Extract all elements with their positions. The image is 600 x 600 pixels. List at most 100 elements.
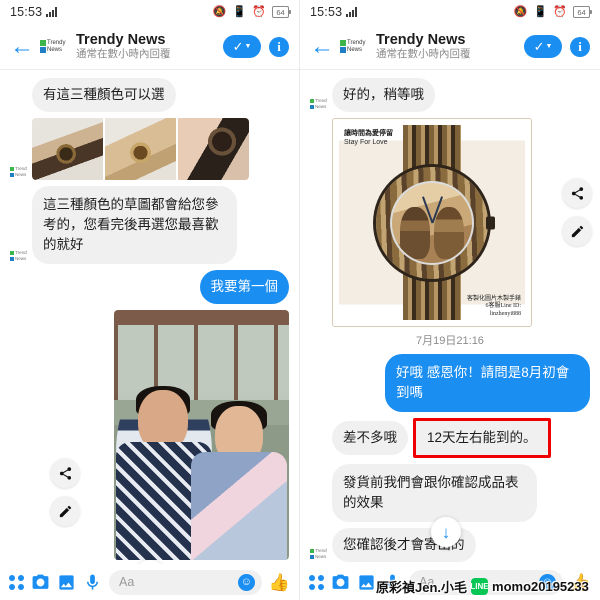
info-icon[interactable]: i bbox=[570, 36, 590, 57]
watch-card-title-en: Stay For Love bbox=[344, 139, 388, 146]
info-icon[interactable]: i bbox=[269, 36, 289, 57]
watch-photo-dark-wood[interactable] bbox=[178, 118, 249, 180]
chevron-down-icon: ▼ bbox=[244, 43, 252, 50]
share-icon[interactable] bbox=[562, 178, 592, 208]
mini-square-green bbox=[10, 166, 14, 171]
avatar[interactable]: Trendy News bbox=[40, 34, 66, 60]
message-thread-left[interactable]: 有這三種顏色可以選 Trendy News bbox=[0, 70, 299, 564]
signal-bars-icon bbox=[46, 7, 58, 17]
message-bubble-incoming[interactable]: 這三種顏色的草圖都會給您參考的，您看完後再選您最喜歡的就好 bbox=[32, 186, 237, 264]
engraved-face-right bbox=[434, 206, 464, 259]
message-bubble-highlighted[interactable]: 12天左右能到的。 bbox=[416, 421, 548, 455]
back-arrow-icon[interactable]: ← bbox=[10, 34, 34, 59]
thumbs-up-icon[interactable]: 👍 bbox=[269, 574, 290, 591]
alarm-clock-icon: ⏰ bbox=[553, 5, 567, 18]
chat-panel-right: 15:53 🔕 📱 ⏰ 64 ← Trendy News Trendy News… bbox=[300, 0, 600, 600]
check-dropdown-icon[interactable]: ✓ ▼ bbox=[524, 35, 562, 58]
mini-avatar: Trendy News bbox=[310, 95, 327, 112]
mini-avatar-text-2: News bbox=[15, 256, 27, 261]
watch-photo-light-wood[interactable] bbox=[32, 118, 103, 180]
check-dropdown-icon[interactable]: ✓ ▼ bbox=[223, 35, 261, 58]
chevron-down-icon: ▼ bbox=[545, 43, 553, 50]
camera-icon[interactable] bbox=[331, 573, 350, 592]
mini-avatar-text-2: News bbox=[15, 172, 27, 177]
message-actions-left bbox=[50, 458, 80, 526]
message-row: 有這三種顏色可以選 bbox=[10, 78, 289, 112]
mini-avatar-row-1: Trendy bbox=[310, 548, 327, 553]
watch-photo-tan-wood[interactable] bbox=[105, 118, 176, 180]
watch-crown bbox=[486, 216, 495, 229]
check-glyph: ✓ bbox=[533, 39, 545, 54]
watch-card-title-group: 讓時間為愛停留 Stay For Love bbox=[344, 129, 393, 147]
status-bar-right-group: 🔕 📱 ⏰ 64 bbox=[514, 5, 592, 18]
status-bar-left: 15:53 🔕 📱 ⏰ 64 bbox=[0, 0, 299, 24]
camera-icon[interactable] bbox=[31, 573, 50, 592]
avatar-square-green bbox=[40, 40, 46, 46]
watch-card-foot-line1: 客製化圖片木製手錶 bbox=[466, 295, 521, 302]
photo-kimono-right bbox=[191, 451, 287, 560]
message-row: 我要第一個 bbox=[10, 270, 289, 304]
bell-muted-icon: 🔕 bbox=[212, 5, 227, 18]
vibrate-icon: 📱 bbox=[232, 5, 247, 18]
pen-edit-icon[interactable] bbox=[562, 216, 592, 246]
signal-bars-icon bbox=[346, 7, 358, 17]
composer-left: Aa ☺ 👍 bbox=[0, 564, 299, 600]
mini-avatar-text-1: Trendy bbox=[315, 548, 327, 553]
pen-edit-icon[interactable] bbox=[50, 496, 80, 526]
mini-square-blue bbox=[10, 256, 14, 261]
battery-indicator: 64 bbox=[272, 6, 291, 18]
message-input-wrapper[interactable]: Aa ☺ bbox=[109, 569, 262, 595]
microphone-icon[interactable] bbox=[383, 573, 402, 592]
message-bubble-incoming[interactable]: 好的，稍等哦 bbox=[332, 78, 435, 112]
watch-case bbox=[376, 166, 488, 279]
message-row: 好哦 感恩你！請問是8月初會到嗎 bbox=[310, 354, 590, 412]
message-bubble-outgoing[interactable]: 我要第一個 bbox=[199, 270, 289, 304]
vibrate-icon: 📱 bbox=[533, 5, 548, 18]
mini-avatar: Trendy News bbox=[10, 247, 27, 264]
search-input-placeholder: Aa bbox=[419, 575, 435, 589]
watch-card-footer: 客製化圖片木製手錶 6客服Line ID: linzhenyi888 bbox=[467, 296, 521, 319]
status-bar-left-group: 15:53 bbox=[310, 5, 358, 19]
mini-avatar-row-2: News bbox=[310, 104, 327, 109]
app-grid-icon[interactable] bbox=[9, 574, 24, 590]
mini-avatar-text-2: News bbox=[315, 104, 327, 109]
scroll-to-bottom-icon[interactable]: ↓ bbox=[135, 560, 165, 564]
watch-photo-row[interactable] bbox=[32, 118, 249, 180]
message-pair-highlighted: 差不多哦 12天左右能到的。 bbox=[332, 418, 551, 458]
gallery-icon[interactable] bbox=[57, 573, 76, 592]
check-glyph: ✓ bbox=[232, 39, 244, 54]
message-input-wrapper[interactable]: Aa ☺ bbox=[409, 569, 563, 595]
status-bar-right-group: 🔕 📱 ⏰ 64 bbox=[212, 5, 291, 18]
mini-square-green bbox=[310, 98, 314, 103]
message-bubble-outgoing[interactable]: 好哦 感恩你！請問是8月初會到嗎 bbox=[385, 354, 590, 412]
smiley-icon[interactable]: ☺ bbox=[538, 573, 556, 591]
back-arrow-icon[interactable]: ← bbox=[310, 34, 334, 59]
thumbs-up-icon[interactable]: 👍 bbox=[570, 574, 591, 591]
engraved-couple-wooden-watch[interactable]: 讓時間為愛停留 Stay For Love 客製化圖片木製手錶 6客服Line … bbox=[332, 118, 532, 327]
mini-avatar-row-1: Trendy bbox=[310, 98, 327, 103]
couple-yukata-photo[interactable] bbox=[114, 310, 289, 560]
status-badge: 12天左右能到的。 bbox=[413, 418, 551, 458]
mini-square-blue bbox=[310, 554, 314, 559]
message-row: 讓時間為愛停留 Stay For Love 客製化圖片木製手錶 6客服Line … bbox=[310, 118, 590, 327]
mini-avatar: Trendy News bbox=[310, 545, 327, 562]
gallery-icon[interactable] bbox=[357, 573, 376, 592]
header-subtitle: 通常在數小時內回覆 bbox=[376, 48, 471, 60]
mini-avatar-text-1: Trendy bbox=[15, 250, 27, 255]
mini-avatar-text-1: Trendy bbox=[315, 98, 327, 103]
message-bubble-incoming[interactable]: 差不多哦 bbox=[332, 421, 408, 455]
message-row: Trendy News 這三種顏色的草圖都會給您參考的，您看完後再選您最喜歡的就… bbox=[10, 186, 289, 264]
composer-right: Aa ☺ 👍 bbox=[300, 564, 600, 600]
photo-fill bbox=[105, 118, 176, 180]
message-bubble-incoming[interactable]: 發貨前我們會跟你確認成品表的效果 bbox=[332, 464, 537, 522]
avatar[interactable]: Trendy News bbox=[340, 34, 366, 60]
mini-avatar-row-1: Trendy bbox=[10, 250, 27, 255]
search-input-placeholder: Aa bbox=[119, 575, 135, 589]
message-thread-right[interactable]: Trendy News 好的，稍等哦 讓時間為愛停留 Stay For Love bbox=[300, 70, 600, 564]
message-bubble-incoming[interactable]: 有這三種顏色可以選 bbox=[32, 78, 176, 112]
smiley-icon[interactable]: ☺ bbox=[237, 573, 255, 591]
microphone-icon[interactable] bbox=[83, 573, 102, 592]
scroll-to-bottom-icon[interactable]: ↓ bbox=[431, 517, 461, 547]
share-icon[interactable] bbox=[50, 458, 80, 488]
app-grid-icon[interactable] bbox=[309, 574, 324, 590]
